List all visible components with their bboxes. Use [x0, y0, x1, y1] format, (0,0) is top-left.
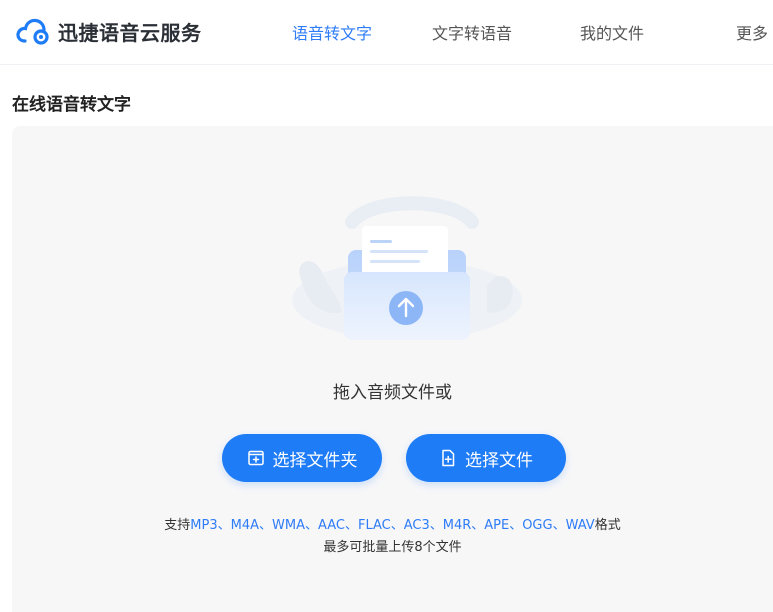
nav-my-files[interactable]: 我的文件 — [580, 20, 644, 44]
formats-list: MP3、M4A、WMA、AAC、FLAC、AC3、M4R、APE、OGG、WAV — [190, 518, 595, 533]
upload-drop-zone[interactable]: 拖入音频文件或 选择文件夹 选择文件 支持MP3、M4A、WMA、AAC、FLA… — [12, 126, 773, 612]
select-file-label: 选择文件 — [465, 450, 533, 471]
cloud-logo-icon — [16, 18, 49, 45]
nav-more[interactable]: 更多 — [736, 20, 768, 44]
formats-prefix: 支持 — [164, 518, 191, 533]
top-header: 迅捷语音云服务 语音转文字 文字转语音 我的文件 更多 — [0, 0, 773, 65]
logo[interactable]: 迅捷语音云服务 — [16, 14, 202, 48]
nav-speech-to-text[interactable]: 语音转文字 — [292, 20, 372, 44]
select-file-button[interactable]: 选择文件 — [406, 434, 566, 482]
supported-formats: 支持MP3、M4A、WMA、AAC、FLAC、AC3、M4R、APE、OGG、W… — [12, 514, 773, 533]
folder-add-icon — [247, 449, 265, 467]
file-add-icon — [439, 449, 457, 467]
formats-suffix: 格式 — [594, 518, 621, 533]
nav-text-to-speech[interactable]: 文字转语音 — [432, 20, 512, 44]
select-folder-button[interactable]: 选择文件夹 — [222, 434, 382, 482]
select-folder-label: 选择文件夹 — [272, 450, 358, 471]
upload-folder-illustration — [292, 196, 522, 340]
logo-text: 迅捷语音云服务 — [58, 20, 202, 45]
drop-hint-text: 拖入音频文件或 — [333, 383, 452, 403]
page-title: 在线语音转文字 — [12, 95, 131, 115]
upload-limit-text: 最多可批量上传8个文件 — [323, 540, 462, 555]
